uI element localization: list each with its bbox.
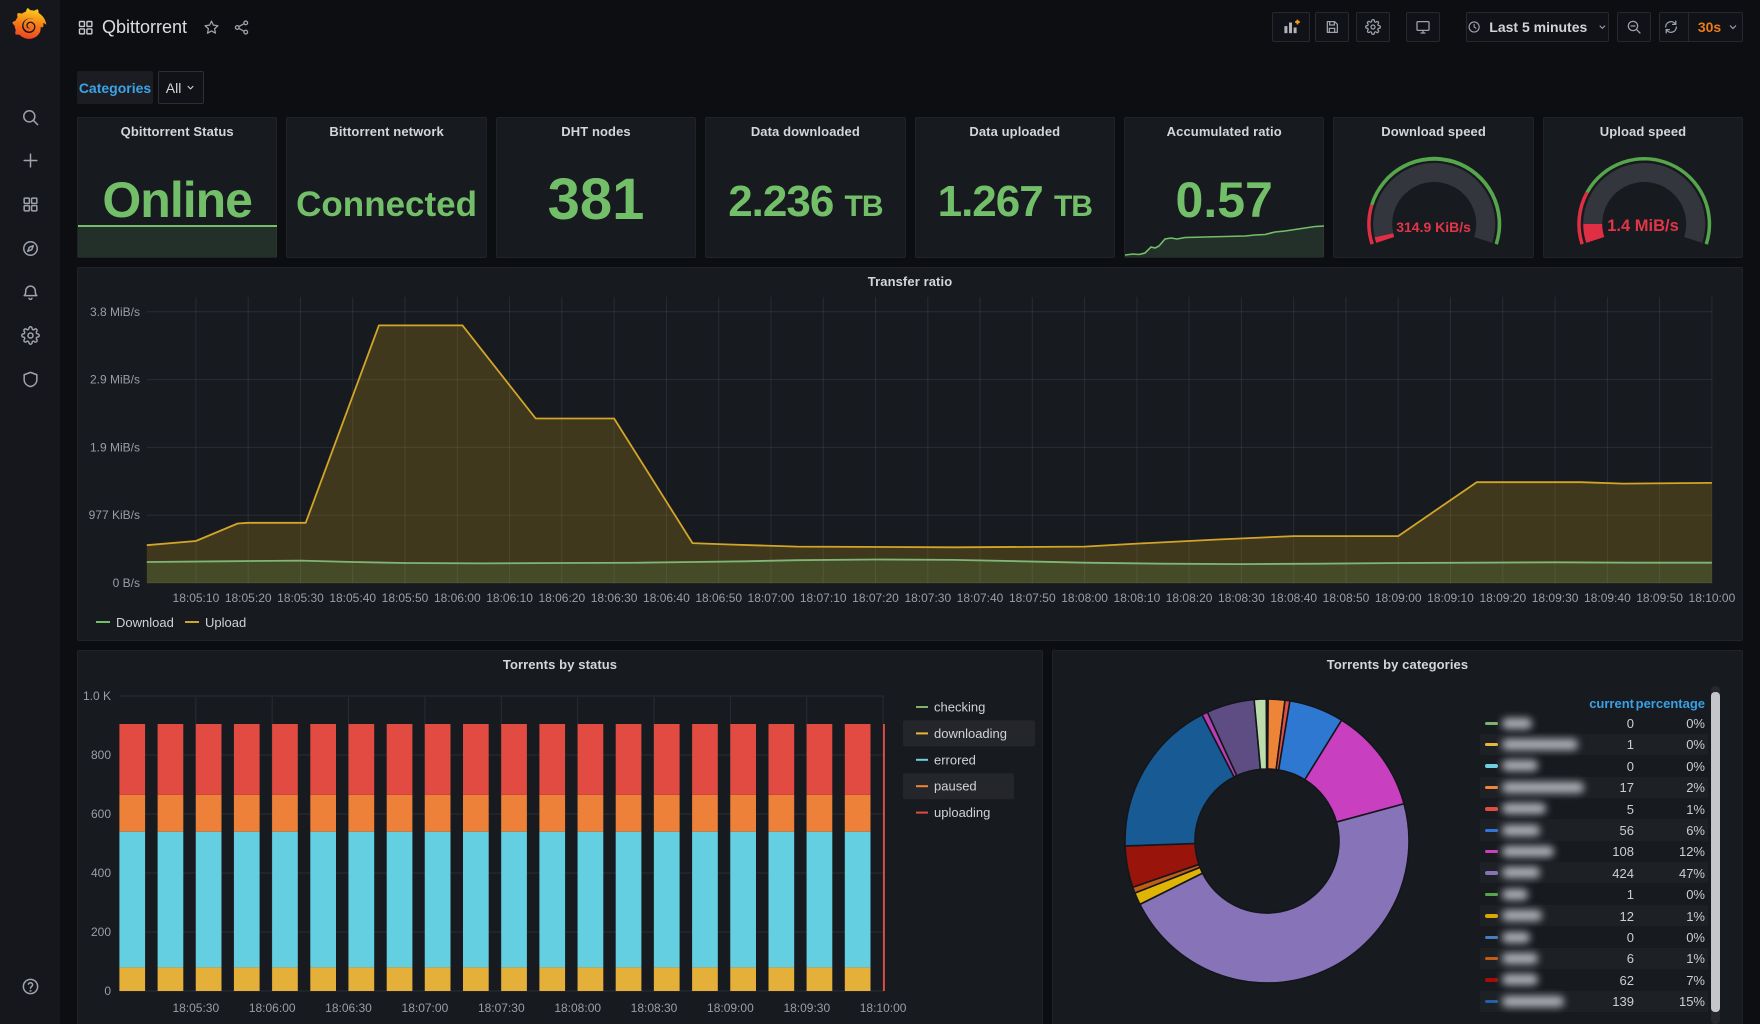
svg-text:18:05:40: 18:05:40	[329, 591, 376, 605]
svg-text:18:09:00: 18:09:00	[1375, 591, 1422, 605]
svg-text:18:05:20: 18:05:20	[225, 591, 272, 605]
svg-text:18:06:40: 18:06:40	[643, 591, 690, 605]
svg-text:600: 600	[91, 807, 111, 821]
svg-text:18:07:30: 18:07:30	[904, 591, 951, 605]
svg-text:1.9 MiB/s: 1.9 MiB/s	[90, 440, 140, 454]
svg-text:paused: paused	[934, 779, 977, 794]
svg-text:18:07:00: 18:07:00	[748, 591, 795, 605]
svg-text:18:09:10: 18:09:10	[1427, 591, 1474, 605]
svg-text:18:05:10: 18:05:10	[173, 591, 220, 605]
svg-text:18:09:30: 18:09:30	[1532, 591, 1579, 605]
svg-text:18:07:30: 18:07:30	[478, 1001, 525, 1015]
svg-text:3.8 MiB/s: 3.8 MiB/s	[90, 305, 140, 319]
svg-text:18:09:30: 18:09:30	[783, 1001, 830, 1015]
svg-text:Download: Download	[116, 615, 174, 630]
svg-text:uploading: uploading	[934, 805, 990, 820]
svg-text:18:05:30: 18:05:30	[277, 591, 324, 605]
svg-text:18:07:20: 18:07:20	[852, 591, 899, 605]
svg-text:18:05:50: 18:05:50	[382, 591, 429, 605]
svg-text:18:08:30: 18:08:30	[1218, 591, 1265, 605]
svg-text:18:10:00: 18:10:00	[1689, 591, 1736, 605]
svg-text:2.9 MiB/s: 2.9 MiB/s	[90, 373, 140, 387]
svg-text:0: 0	[104, 984, 111, 998]
svg-text:18:08:00: 18:08:00	[554, 1001, 601, 1015]
svg-text:18:08:40: 18:08:40	[1270, 591, 1317, 605]
svg-text:400: 400	[91, 866, 111, 880]
svg-text:18:05:30: 18:05:30	[172, 1001, 219, 1015]
svg-text:18:10:00: 18:10:00	[860, 1001, 907, 1015]
svg-text:18:06:30: 18:06:30	[591, 591, 638, 605]
svg-text:18:08:50: 18:08:50	[1323, 591, 1370, 605]
svg-text:18:09:50: 18:09:50	[1636, 591, 1683, 605]
svg-text:18:09:20: 18:09:20	[1479, 591, 1526, 605]
svg-text:18:06:00: 18:06:00	[249, 1001, 296, 1015]
svg-text:18:09:40: 18:09:40	[1584, 591, 1631, 605]
svg-text:18:07:00: 18:07:00	[402, 1001, 449, 1015]
svg-text:18:06:10: 18:06:10	[486, 591, 533, 605]
svg-text:errored: errored	[934, 752, 976, 767]
svg-text:checking: checking	[934, 700, 985, 715]
svg-text:977 KiB/s: 977 KiB/s	[89, 508, 140, 522]
svg-text:18:08:10: 18:08:10	[1114, 591, 1161, 605]
svg-text:18:06:50: 18:06:50	[695, 591, 742, 605]
svg-text:18:07:40: 18:07:40	[957, 591, 1004, 605]
svg-text:200: 200	[91, 925, 111, 939]
svg-text:800: 800	[91, 748, 111, 762]
svg-text:0 B/s: 0 B/s	[113, 576, 140, 590]
svg-text:18:06:20: 18:06:20	[538, 591, 585, 605]
svg-text:18:07:10: 18:07:10	[800, 591, 847, 605]
svg-text:18:06:30: 18:06:30	[325, 1001, 372, 1015]
svg-text:18:09:00: 18:09:00	[707, 1001, 754, 1015]
svg-text:downloading: downloading	[934, 726, 1007, 741]
svg-text:18:06:00: 18:06:00	[434, 591, 481, 605]
svg-text:18:08:30: 18:08:30	[631, 1001, 678, 1015]
svg-text:18:08:20: 18:08:20	[1166, 591, 1213, 605]
svg-text:Upload: Upload	[205, 615, 246, 630]
svg-text:1.0 K: 1.0 K	[83, 689, 111, 703]
svg-text:18:07:50: 18:07:50	[1009, 591, 1056, 605]
svg-text:18:08:00: 18:08:00	[1061, 591, 1108, 605]
